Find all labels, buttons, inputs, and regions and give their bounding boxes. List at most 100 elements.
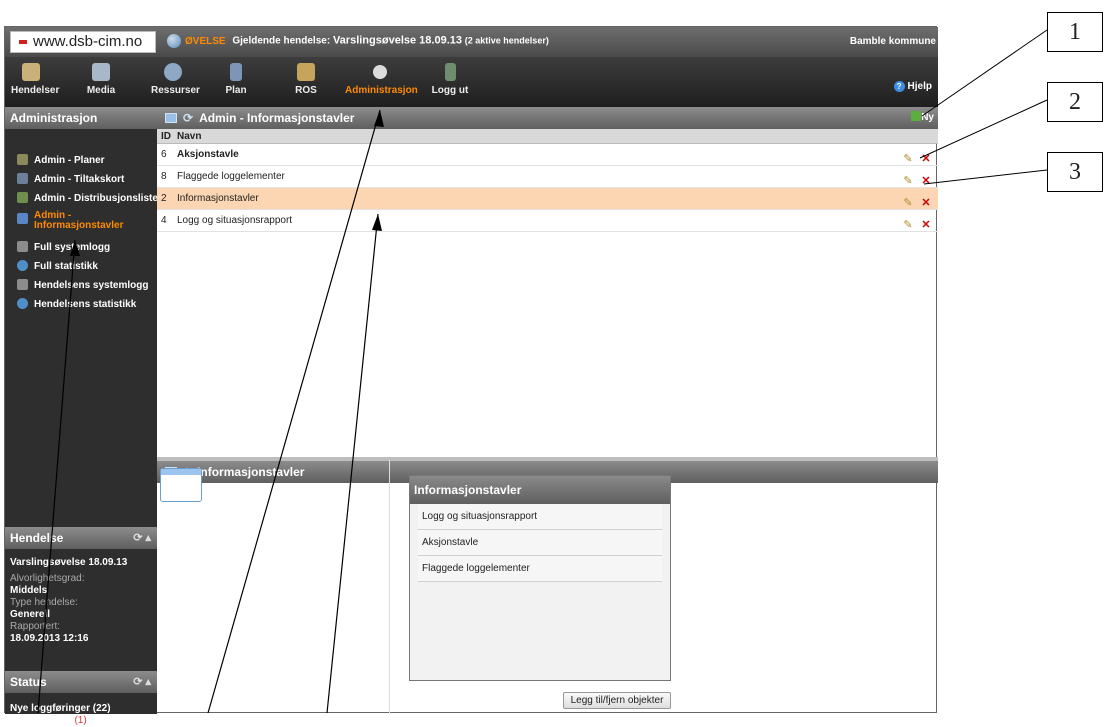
refresh-icon[interactable]: ⟳ [183,111,193,125]
help-icon: ? [893,81,905,92]
new-logs-link[interactable]: Nye loggføringer (22) [10,703,111,714]
column-name[interactable]: Navn [177,129,201,144]
plan-icon [230,63,242,81]
help-label: Hjelp [907,81,932,92]
refresh-collapse-icon[interactable]: ⟳ ▴ [133,671,151,693]
callout-line-2 [919,99,1048,159]
board-item[interactable]: Flaggede loggelementer [418,556,662,582]
event-panel: Hendelse ⟳ ▴ Varslingsøvelse 18.09.13 Alv… [5,527,157,645]
edit-icon[interactable]: ✎ [902,197,914,209]
callout-3: 3 [1047,152,1103,192]
add-icon [911,111,922,121]
log-icon [17,241,28,252]
add-remove-objects-button[interactable]: Legg til/fjern objekter [563,692,671,709]
event-panel-header: Hendelse ⟳ ▴ [5,527,157,549]
active-event-count: (2 aktive hendelser) [464,35,549,46]
row-name: Flaggede loggelementer [177,171,285,182]
reported-label: Rapportert: [10,621,61,632]
row-actions: ✎ ✕ [896,215,932,237]
current-event-name: Varslingsøvelse 18.09.13 [332,34,462,47]
type-label: Type hendelse: [10,597,78,608]
table-row[interactable]: 4 Logg og situasjonsrapport ✎ ✕ [157,210,938,232]
sidebar-item-admin-tiltakskort[interactable]: Admin - Tiltakskort [5,170,157,189]
sidebar-item-label: Admin - Planer [34,155,105,166]
log-icon [17,279,28,290]
sidebar-item-admin-planer[interactable]: Admin - Planer [5,151,157,170]
information-board-preview: Informasjonstavler Logg og situasjonsrap… [409,475,671,681]
row-name: Informasjonstavler [177,193,259,204]
sidebar-item-label: Admin - Distribusjonslister [34,193,162,204]
current-event-label: Gjeldende hendelse: [232,35,331,47]
board-thumbnail[interactable] [160,468,202,502]
table-row[interactable]: 6 Aksjonstavle ✎ ✕ [157,144,938,166]
main-toolbar: Hendelser Media Ressurser Plan ROS Admin… [5,57,938,107]
new-button-label: Ny [921,112,934,123]
sidebar-item-label: Admin - Informasjonstavler [34,210,124,231]
board-item[interactable]: Aksjonstavle [418,530,662,556]
status-panel-title: Status [10,675,47,689]
event-details: Varslingsøvelse 18.09.13 Alvorlighetsgra… [5,549,157,645]
type-value: Generell [10,609,51,620]
logo-mark-icon [19,40,27,45]
tool-administrasjon[interactable]: Administrasjon [345,63,418,96]
board-item[interactable]: Logg og situasjonsrapport [418,504,662,530]
help-link[interactable]: ? Hjelp [893,81,932,92]
tool-label: Hendelser [11,85,60,96]
site-name: www.dsb-cim.no [33,33,143,50]
refresh-collapse-icon[interactable]: ⟳ ▴ [133,527,151,549]
edit-icon[interactable]: ✎ [902,153,914,165]
delete-icon[interactable]: ✕ [920,175,932,187]
tool-media[interactable]: Media [81,63,121,96]
delete-icon[interactable]: ✕ [920,153,932,165]
table-row-selected[interactable]: 2 Informasjonstavler ✎ ✕ [157,188,938,210]
municipality-name: Bamble kommune [849,36,936,47]
list-icon [17,192,28,203]
sidebar-item-label: Admin - Tiltakskort [34,174,125,185]
delete-icon[interactable]: ✕ [920,219,932,231]
ros-icon [297,63,315,81]
status-details: Nye loggføringer (22) Oppgaver (1) (1) [5,693,157,727]
sidebar-item-full-systemlogg[interactable]: Full systemlogg [5,238,157,257]
status-panel: Status ⟳ ▴ Nye loggføringer (22) Oppgaver… [5,671,157,727]
plan-icon [17,154,28,165]
sidebar: Administrasjon Admin - Planer Admin - Ti… [5,107,162,726]
tool-ressurser[interactable]: Ressurser [151,63,200,96]
table-header: ID Navn [157,129,938,144]
tool-label: Logg ut [431,85,469,96]
tool-hendelser[interactable]: Hendelser [11,63,59,96]
severity-value: Middels [10,585,48,596]
tool-plan[interactable]: Plan [221,63,251,96]
tool-label: Administrasjon [345,85,418,96]
gear-icon [373,65,387,79]
exercise-badge: ØVELSE [185,35,226,47]
tool-label: Ressurser [151,85,200,96]
logout-icon [444,63,456,81]
incident-icon [22,63,40,81]
edit-icon[interactable]: ✎ [902,219,914,231]
site-logo[interactable]: www.dsb-cim.no [10,31,156,53]
tasks-link[interactable]: Oppgaver (1) [10,715,72,726]
new-button[interactable]: Ny [911,107,934,129]
sidebar-item-admin-informasjonstavler[interactable]: Admin - Informasjonstavler [5,208,157,238]
tool-ros[interactable]: ROS [291,63,321,96]
edit-icon[interactable]: ✎ [902,175,914,187]
window-icon [165,113,177,123]
delete-icon[interactable]: ✕ [920,197,932,209]
sidebar-item-full-statistikk[interactable]: Full statistikk [5,257,157,276]
statistics-icon [17,260,28,271]
board-icon [17,213,28,224]
event-panel-title: Hendelse [10,531,64,545]
sidebar-item-hendelsens-systemlogg[interactable]: Hendelsens systemlogg [5,276,157,295]
current-event-info: ØVELSE Gjeldende hendelse: Varslingsøvel… [167,34,549,48]
callout-line-3 [923,169,1048,185]
preview-panel-title: Informasjonstavler [197,465,305,479]
media-icon [92,63,110,81]
table-row[interactable]: 8 Flaggede loggelementer ✎ ✕ [157,166,938,188]
sidebar-item-hendelsens-statistikk[interactable]: Hendelsens statistikk [5,295,157,314]
row-name: Logg og situasjonsrapport [177,215,293,226]
preview-divider [389,460,390,713]
tool-logg-ut[interactable]: Logg ut [431,63,469,96]
sidebar-item-admin-distribusjonslister[interactable]: Admin - Distribusjonslister [5,189,162,208]
callout-2: 2 [1047,82,1103,122]
callout-line-1 [921,29,1048,117]
